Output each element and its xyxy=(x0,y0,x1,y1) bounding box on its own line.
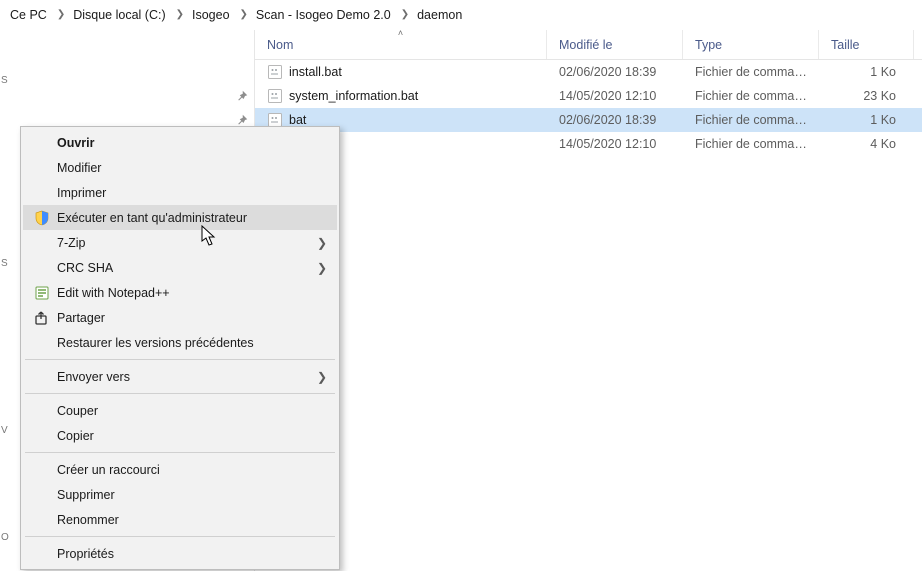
menu-separator xyxy=(25,393,335,394)
bat-file-icon xyxy=(267,88,283,104)
file-size: 1 Ko xyxy=(819,113,914,127)
chevron-right-icon: ❯ xyxy=(395,9,413,20)
menu-item-label: Imprimer xyxy=(57,186,327,200)
chevron-right-icon: ❯ xyxy=(51,9,69,20)
file-row[interactable]: install.bat 02/06/2020 18:39Fichier de co… xyxy=(255,60,922,84)
breadcrumb-item[interactable]: Isogeo xyxy=(188,8,234,22)
menu-item-label: Créer un raccourci xyxy=(57,463,327,477)
menu-separator xyxy=(25,359,335,360)
file-name-cell: system_information.bat xyxy=(255,88,547,104)
file-name: system_information.bat xyxy=(289,89,418,103)
file-type: Fichier de comma… xyxy=(683,89,819,103)
bat-file-icon xyxy=(267,64,283,80)
column-label: Nom xyxy=(267,38,293,52)
menu-item-label: Couper xyxy=(57,404,327,418)
menu-item-label: Exécuter en tant qu'administrateur xyxy=(57,211,327,225)
menu-item-label: Envoyer vers xyxy=(57,370,317,384)
menu-item[interactable]: CRC SHA❯ xyxy=(23,255,337,280)
file-name: install.bat xyxy=(289,65,342,79)
menu-item-label: Modifier xyxy=(57,161,327,175)
menu-item-label: Restaurer les versions précédentes xyxy=(57,336,327,350)
menu-item-label: Propriétés xyxy=(57,547,327,561)
pin-icon xyxy=(236,90,248,102)
menu-item[interactable]: Couper xyxy=(23,398,337,423)
menu-item[interactable]: Renommer xyxy=(23,507,337,532)
breadcrumb-item[interactable]: Ce PC xyxy=(6,8,51,22)
menu-item[interactable]: Modifier xyxy=(23,155,337,180)
file-type: Fichier de comma… xyxy=(683,113,819,127)
column-header-type[interactable]: Type xyxy=(683,30,819,59)
file-row[interactable]: at14/05/2020 12:10Fichier de comma…4 Ko xyxy=(255,132,922,156)
strip-char: V xyxy=(1,425,8,436)
menu-item-label: Copier xyxy=(57,429,327,443)
notepadpp-icon xyxy=(31,285,53,301)
strip-char: S xyxy=(1,75,8,86)
file-name: bat xyxy=(289,113,306,127)
menu-item-label: Edit with Notepad++ xyxy=(57,286,327,300)
strip-char: O xyxy=(1,532,9,543)
menu-item[interactable]: 7-Zip❯ xyxy=(23,230,337,255)
column-headers: Nom ˄ Modifié le Type Taille xyxy=(255,30,922,60)
column-label: Taille xyxy=(831,38,860,52)
file-modified: 02/06/2020 18:39 xyxy=(547,65,683,79)
file-size: 23 Ko xyxy=(819,89,914,103)
file-type: Fichier de comma… xyxy=(683,137,819,151)
column-header-name[interactable]: Nom ˄ xyxy=(255,30,547,59)
context-menu: Ouvrir Modifier Imprimer Exécuter en tant q… xyxy=(20,126,340,570)
menu-item-label: Renommer xyxy=(57,513,327,527)
menu-item-label: 7-Zip xyxy=(57,236,317,250)
column-label: Type xyxy=(695,38,722,52)
menu-item[interactable]: Copier xyxy=(23,423,337,448)
address-bar: Ce PC ❯ Disque local (C:) ❯ Isogeo ❯ Sca… xyxy=(0,0,922,30)
file-list[interactable]: install.bat02/06/2020 18:39Fichier de co… xyxy=(255,60,922,156)
column-label: Modifié le xyxy=(559,38,613,52)
file-modified: 02/06/2020 18:39 xyxy=(547,113,683,127)
menu-item[interactable]: Exécuter en tant qu'administrateur xyxy=(23,205,337,230)
submenu-arrow-icon: ❯ xyxy=(317,236,327,250)
breadcrumb-item[interactable]: daemon xyxy=(413,8,466,22)
menu-item[interactable]: Ouvrir xyxy=(23,130,337,155)
column-header-modified[interactable]: Modifié le xyxy=(547,30,683,59)
breadcrumb-item[interactable]: Scan - Isogeo Demo 2.0 xyxy=(252,8,395,22)
pin-icon xyxy=(236,114,248,126)
menu-item-label: Partager xyxy=(57,311,327,325)
menu-item-label: Ouvrir xyxy=(57,136,327,150)
file-row[interactable]: system_information.bat 14/05/2020 12:10Fi… xyxy=(255,84,922,108)
menu-item[interactable]: Edit with Notepad++ xyxy=(23,280,337,305)
file-name-cell: install.bat xyxy=(255,64,547,80)
submenu-arrow-icon: ❯ xyxy=(317,370,327,384)
file-row[interactable]: bat 02/06/2020 18:39Fichier de comma…1 Ko xyxy=(255,108,922,132)
chevron-right-icon: ❯ xyxy=(234,9,252,20)
file-type: Fichier de comma… xyxy=(683,65,819,79)
sort-asc-icon: ˄ xyxy=(398,28,403,38)
menu-item[interactable]: Envoyer vers❯ xyxy=(23,364,337,389)
share-icon xyxy=(31,310,53,326)
submenu-arrow-icon: ❯ xyxy=(317,261,327,275)
menu-item[interactable]: Imprimer xyxy=(23,180,337,205)
menu-item-label: CRC SHA xyxy=(57,261,317,275)
column-header-size[interactable]: Taille xyxy=(819,30,914,59)
menu-separator xyxy=(25,452,335,453)
chevron-right-icon: ❯ xyxy=(170,9,188,20)
menu-item[interactable]: Créer un raccourci xyxy=(23,457,337,482)
menu-separator xyxy=(25,536,335,537)
shield-icon xyxy=(31,210,53,226)
strip-char: S xyxy=(1,258,8,269)
menu-item[interactable]: Propriétés xyxy=(23,541,337,566)
file-size: 4 Ko xyxy=(819,137,914,151)
breadcrumb-item[interactable]: Disque local (C:) xyxy=(69,8,169,22)
menu-item[interactable]: Restaurer les versions précédentes xyxy=(23,330,337,355)
file-list-pane: Nom ˄ Modifié le Type Taille install.bat… xyxy=(254,30,922,571)
menu-item[interactable]: Partager xyxy=(23,305,337,330)
menu-item-label: Supprimer xyxy=(57,488,327,502)
file-modified: 14/05/2020 12:10 xyxy=(547,137,683,151)
menu-item[interactable]: Supprimer xyxy=(23,482,337,507)
file-size: 1 Ko xyxy=(819,65,914,79)
file-modified: 14/05/2020 12:10 xyxy=(547,89,683,103)
